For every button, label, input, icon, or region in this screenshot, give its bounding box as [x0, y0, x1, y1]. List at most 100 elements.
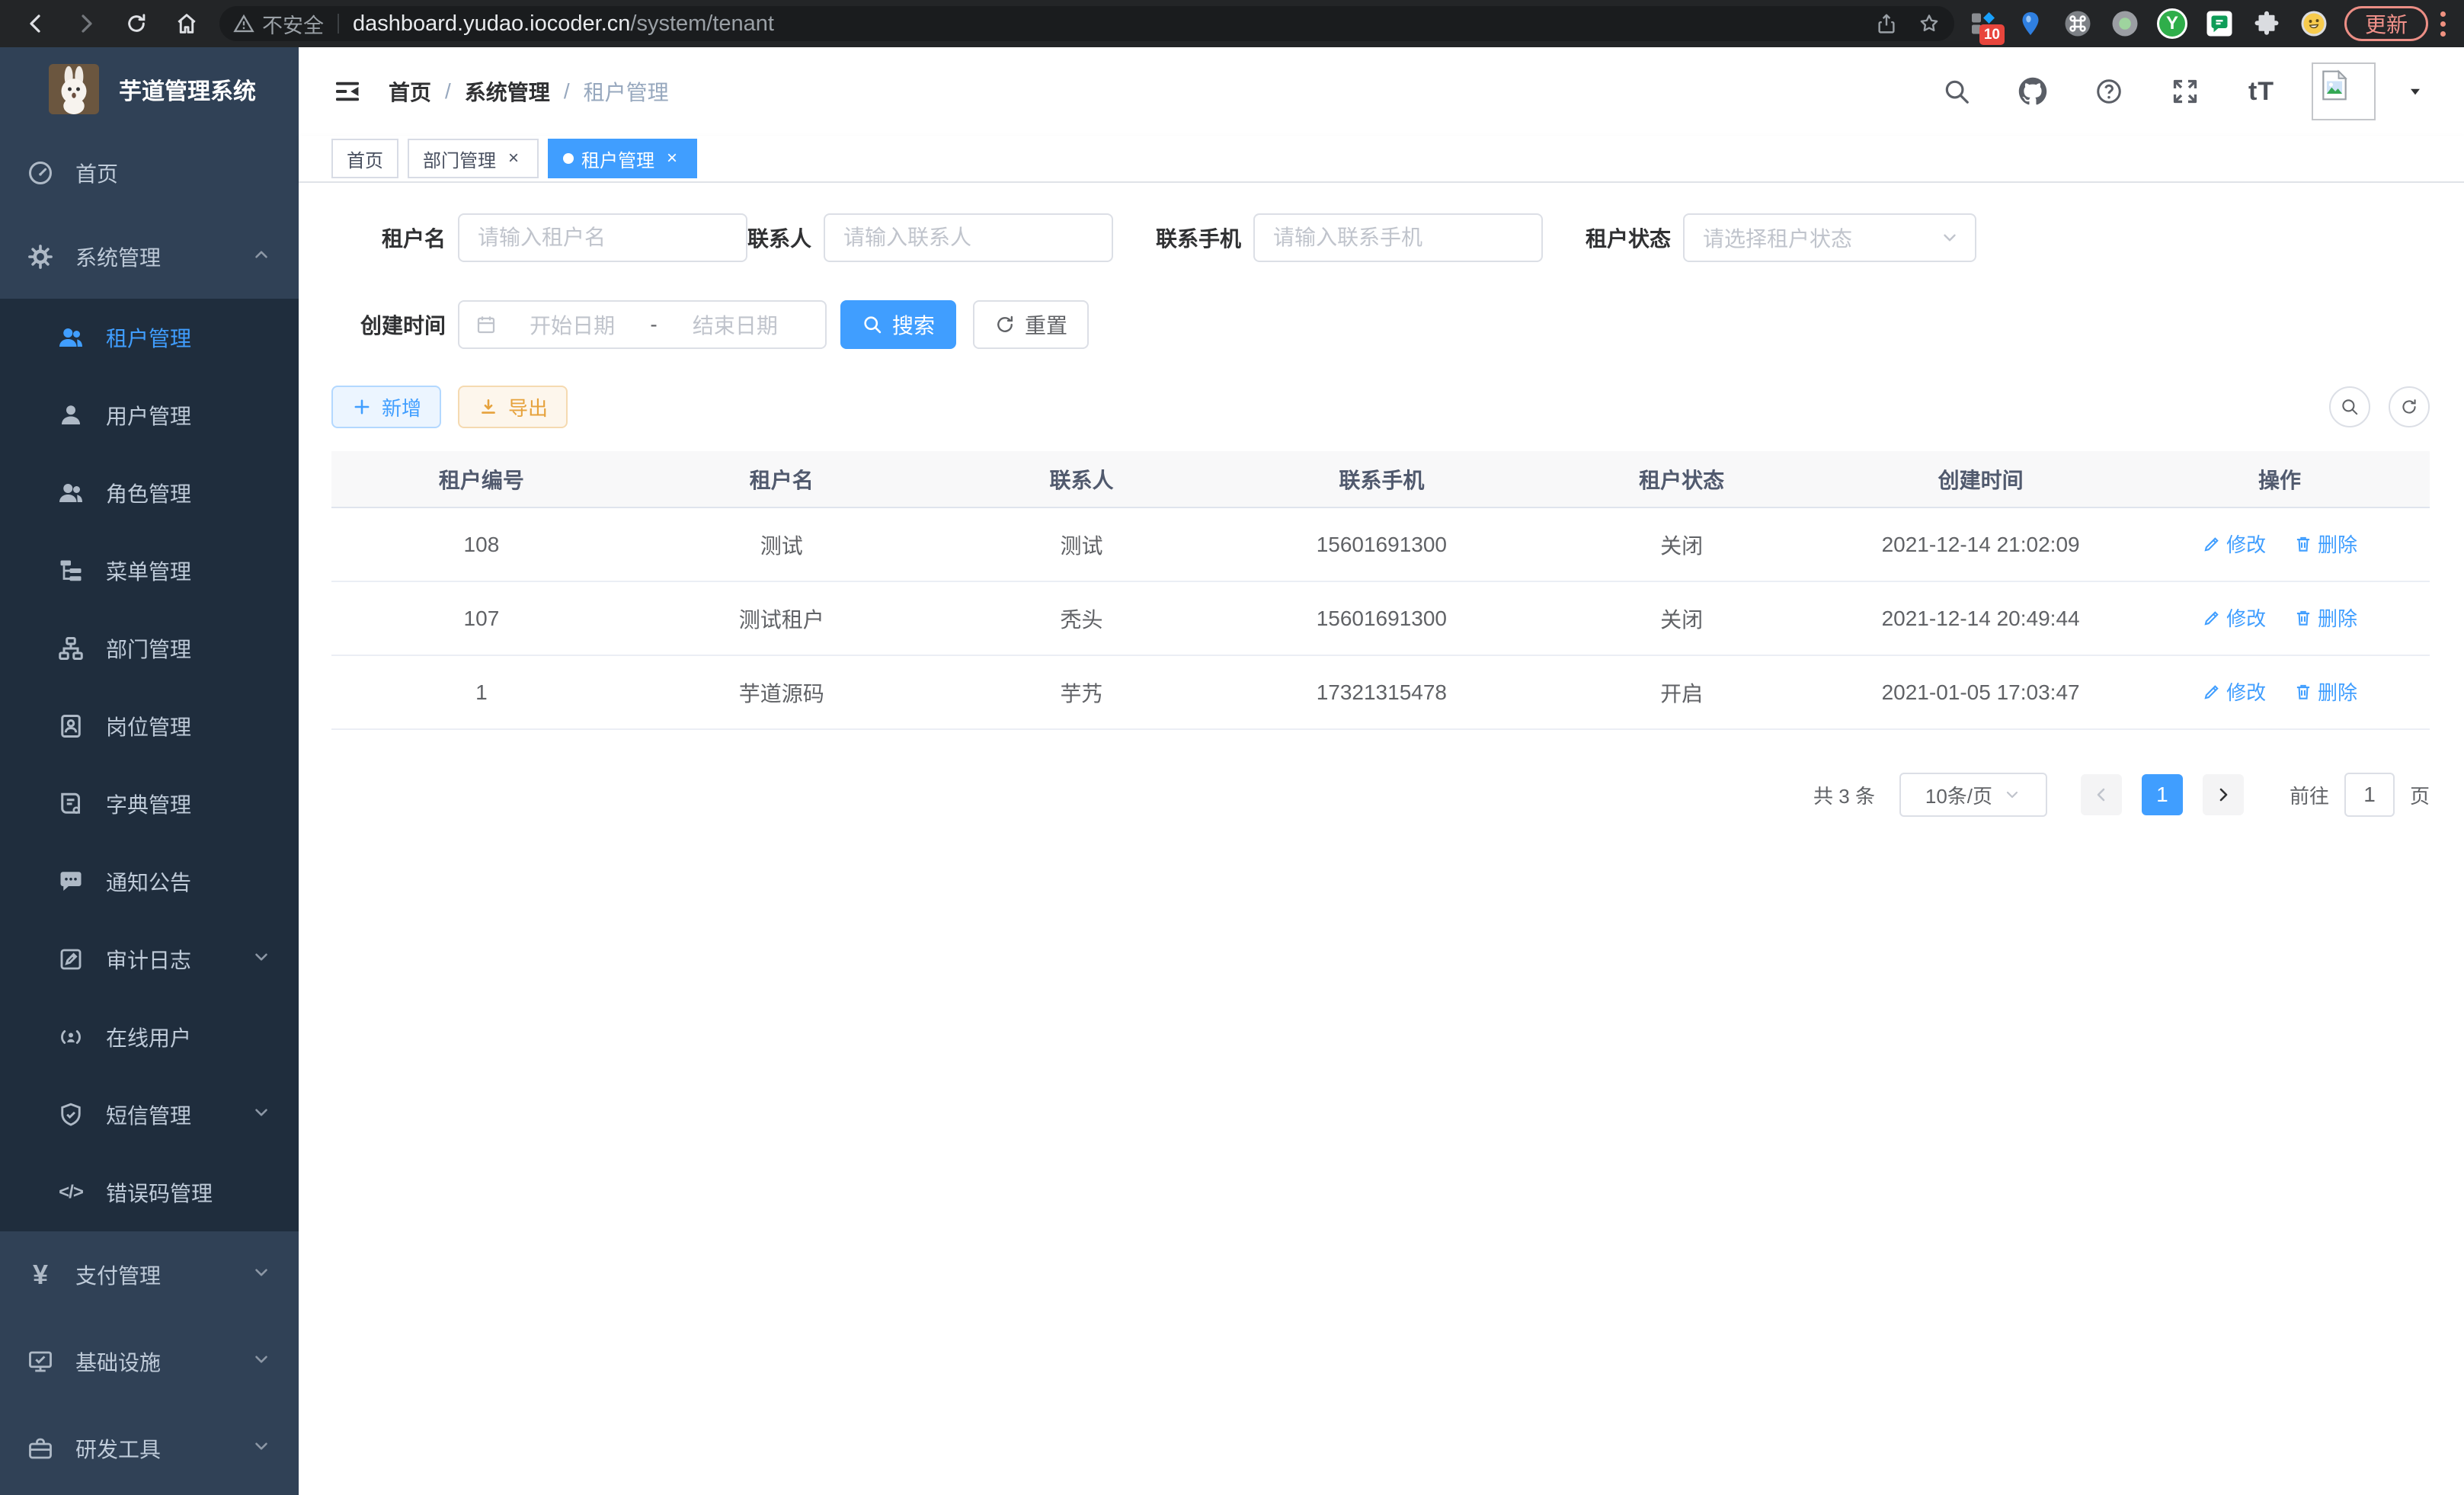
close-icon[interactable]: ×: [504, 149, 523, 168]
font-size-icon[interactable]: tT: [2235, 66, 2287, 117]
prev-page-button[interactable]: [2081, 774, 2122, 815]
people-icon: [57, 479, 85, 507]
sidebar-item-audit-log[interactable]: 审计日志: [0, 920, 299, 998]
reload-icon[interactable]: [122, 9, 151, 38]
tab-tenant[interactable]: 租户管理 ×: [548, 139, 697, 178]
tab-dept[interactable]: 部门管理 ×: [408, 139, 539, 178]
status-select[interactable]: 请选择租户状态: [1683, 213, 1976, 262]
next-page-button[interactable]: [2203, 774, 2244, 815]
sidebar-item-errcode[interactable]: </> 错误码管理: [0, 1154, 299, 1231]
breadcrumb-system[interactable]: 系统管理: [465, 76, 550, 107]
create-time-range-input[interactable]: 开始日期 - 结束日期: [458, 300, 827, 349]
close-icon[interactable]: ×: [662, 149, 682, 168]
extension-command-icon[interactable]: [2062, 8, 2093, 39]
export-button[interactable]: 导出: [458, 386, 568, 428]
contact-input[interactable]: [824, 213, 1113, 262]
forward-icon[interactable]: [72, 9, 101, 38]
page-number-1[interactable]: 1: [2142, 774, 2183, 815]
search-button[interactable]: 搜索: [840, 300, 956, 349]
sidebar-item-dict[interactable]: 字典管理: [0, 765, 299, 843]
delete-button[interactable]: 删除: [2293, 530, 2357, 558]
chevron-down-icon: [251, 1349, 271, 1375]
home-icon[interactable]: [172, 9, 201, 38]
start-date-placeholder: 开始日期: [498, 309, 647, 340]
trash-icon: [2293, 682, 2313, 702]
sidebar-item-tenant[interactable]: 租户管理: [0, 299, 299, 376]
tenant-name-input[interactable]: [458, 213, 747, 262]
delete-button[interactable]: 删除: [2293, 603, 2357, 632]
extension-chat-icon[interactable]: [2204, 8, 2235, 39]
extension-kite-icon[interactable]: [2015, 8, 2046, 39]
chevron-down-icon: [251, 947, 271, 972]
extension-dot-icon[interactable]: [2110, 8, 2140, 39]
edit-button[interactable]: 修改: [2202, 677, 2266, 706]
chrome-update-button[interactable]: 更新: [2344, 6, 2428, 41]
edit-icon: [2202, 534, 2222, 554]
download-icon: [478, 396, 499, 418]
sidebar-item-menu[interactable]: 菜单管理: [0, 532, 299, 610]
sidebar-item-online-user[interactable]: 在线用户: [0, 998, 299, 1076]
tab-home[interactable]: 首页: [331, 139, 398, 178]
table-header-row: 租户编号 租户名 联系人 联系手机 租户状态 创建时间 操作: [331, 451, 2430, 507]
log-icon: [57, 946, 85, 973]
address-bar[interactable]: 不安全 dashboard.yudao.iocoder.cn/system/te…: [219, 6, 1954, 41]
breadcrumb-current: 租户管理: [584, 76, 669, 107]
sidebar-item-sms[interactable]: 短信管理: [0, 1076, 299, 1154]
security-chip[interactable]: 不安全: [233, 9, 324, 39]
sidebar-item-user[interactable]: 用户管理: [0, 376, 299, 454]
app-logo[interactable]: 芋道管理系统: [0, 47, 299, 131]
breadcrumb: 首页 / 系统管理 / 租户管理: [389, 76, 669, 107]
github-icon[interactable]: [2007, 66, 2059, 117]
chevron-down-icon: [2003, 786, 2021, 804]
col-created: 创建时间: [1832, 451, 2130, 507]
header-search-icon[interactable]: [1931, 66, 1982, 117]
add-button[interactable]: 新增: [331, 386, 441, 428]
chevron-right-icon: [2214, 786, 2232, 804]
fullscreen-icon[interactable]: [2159, 66, 2211, 117]
bookmark-star-icon[interactable]: [1918, 12, 1941, 35]
delete-button[interactable]: 删除: [2293, 677, 2357, 706]
sidebar-item-notice[interactable]: 通知公告: [0, 843, 299, 920]
mobile-input[interactable]: [1253, 213, 1543, 262]
edit-button[interactable]: 修改: [2202, 603, 2266, 632]
goto-page-input[interactable]: [2344, 773, 2395, 817]
message-icon: [57, 868, 85, 895]
col-tenant-id: 租户编号: [331, 451, 632, 507]
edit-button[interactable]: 修改: [2202, 530, 2266, 558]
help-icon[interactable]: [2083, 66, 2135, 117]
chevron-down-icon: [1940, 228, 1960, 248]
sidebar-item-pay[interactable]: ¥ 支付管理: [0, 1231, 299, 1318]
sidebar-item-post[interactable]: 岗位管理: [0, 687, 299, 765]
extension-badge: 10: [1979, 24, 2005, 45]
shield-icon: [57, 1101, 85, 1128]
breadcrumb-home[interactable]: 首页: [389, 76, 431, 107]
back-icon[interactable]: [21, 9, 50, 38]
sidebar-fold-icon[interactable]: [332, 76, 366, 107]
system-submenu: 租户管理 用户管理 角色管理 菜单管理 部门管理 岗位管理: [0, 299, 299, 1231]
toolbox-icon: [27, 1435, 54, 1462]
extension-y-icon[interactable]: Y: [2157, 8, 2187, 39]
badge-icon: [57, 712, 85, 740]
reset-button[interactable]: 重置: [973, 300, 1089, 349]
sidebar-item-role[interactable]: 角色管理: [0, 454, 299, 532]
chevron-up-icon: [251, 245, 271, 270]
edit-icon: [2202, 682, 2222, 702]
user-avatar[interactable]: [2312, 62, 2376, 120]
person-icon: [57, 402, 85, 429]
sidebar-item-infra[interactable]: 基础设施: [0, 1318, 299, 1405]
page-size-select[interactable]: 10条/页: [1899, 773, 2047, 817]
mobile-label: 联系手机: [1156, 222, 1241, 253]
avatar-caret-icon[interactable]: [2400, 66, 2430, 117]
browser-menu-icon[interactable]: [2440, 11, 2446, 37]
profile-avatar-icon[interactable]: [2299, 8, 2329, 39]
sidebar-item-dept[interactable]: 部门管理: [0, 610, 299, 687]
table-refresh-icon[interactable]: [2389, 386, 2430, 427]
sidebar-item-system[interactable]: 系统管理: [0, 215, 299, 299]
sidebar-item-devtool[interactable]: 研发工具: [0, 1405, 299, 1492]
table-search-toggle-icon[interactable]: [2329, 386, 2370, 427]
share-icon[interactable]: [1875, 12, 1898, 35]
extensions-puzzle-icon[interactable]: [2251, 8, 2282, 39]
security-label: 不安全: [262, 9, 324, 39]
extension-grid-icon[interactable]: 10: [1968, 8, 1998, 39]
sidebar-item-home[interactable]: 首页: [0, 131, 299, 215]
